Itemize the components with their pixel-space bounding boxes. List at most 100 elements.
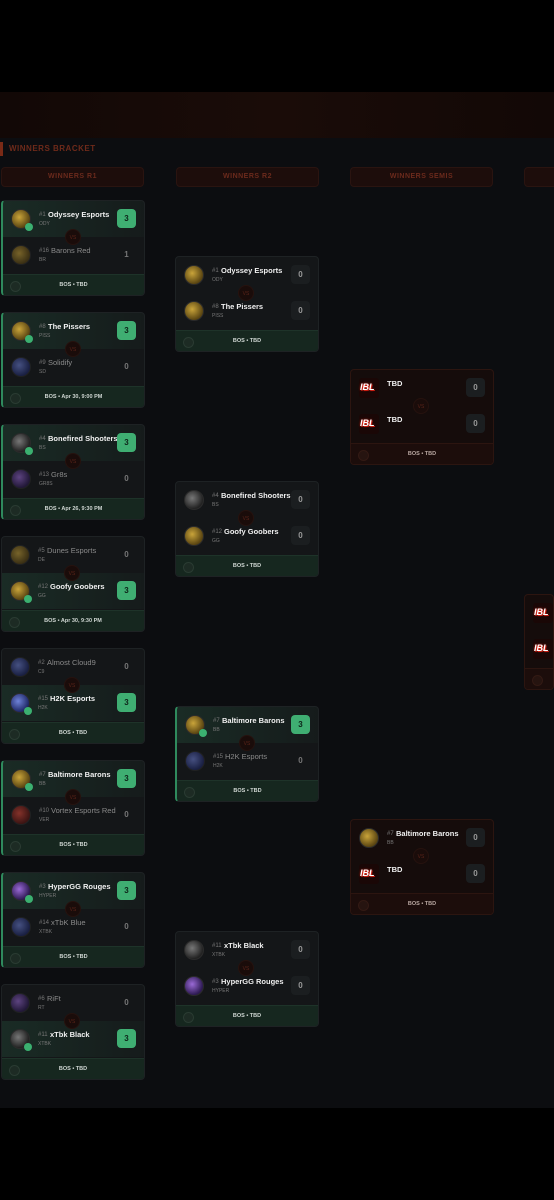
ibl-logo-icon [359,864,379,884]
team-seed: #1 [39,212,46,218]
team-name: Gr8s [51,470,68,479]
team-name: xTbK Blue [51,918,86,927]
match-card-semis-1[interactable]: TBD 0 VS TBD 0 BOS • TBD [350,369,494,465]
team-row[interactable] [525,595,553,631]
match-card-semis-2[interactable]: #7 Baltimore Barons BB 0 VS TBD 0 BOS • … [350,819,494,915]
team-tag: BB [39,781,46,787]
vs-badge: VS [65,229,81,245]
match-footer [525,668,553,689]
team-tag: GG [38,593,46,599]
vs-badge: VS [238,960,254,976]
winner-check-icon [24,707,32,715]
match-schedule: BOS • TBD [407,451,437,457]
team-name: Odyssey Esports [48,210,110,219]
match-footer: BOS • TBD [351,893,493,914]
winner-check-icon [24,1043,32,1051]
match-footer: BOS • TBD [176,1005,318,1026]
winner-check-icon [24,595,32,603]
team-tag: HYPER [39,893,57,899]
match-footer: BOS • TBD [2,1058,144,1079]
match-card-r1-8[interactable]: #6 RiFt RT 0 VS #11 xTbk Black XTBK 3 BO… [1,984,145,1080]
match-card-r1-4[interactable]: #5 Dunes Esports DE 0 VS #12 Goofy Goobe… [1,536,145,632]
vs-badge: VS [64,1013,80,1029]
team-seed: #13 [39,472,50,478]
team-score: 0 [291,301,310,320]
winner-check-icon [25,447,33,455]
vs-badge: VS [64,565,80,581]
team-logo [184,490,204,510]
team-logo [11,805,31,825]
team-seed: #6 [38,996,45,1002]
match-schedule: BOS • TBD [232,1013,262,1019]
status-bar-area [0,0,554,92]
team-tag: ODY [212,277,223,283]
team-score: 0 [291,940,310,959]
team-row[interactable] [525,631,553,667]
team-logo [184,265,204,285]
team-score: 0 [124,550,129,559]
team-seed: #3 [212,979,219,985]
team-name: HyperGG Rouges [221,977,284,986]
winner-check-icon [25,335,33,343]
team-tag: ODY [39,221,50,227]
match-card-r1-6[interactable]: #7 Baltimore Barons BB 3 VS #10 Vortex E… [1,760,145,856]
team-tag: XTBK [212,952,226,958]
vs-badge: VS [65,341,81,357]
twitch-icon[interactable] [532,675,543,686]
match-card-r2-3[interactable]: #7 Baltimore Barons BB 3 VS #15 H2K Espo… [175,706,319,802]
team-score: 3 [117,693,136,712]
ibl-logo-icon [533,603,553,623]
team-tag: HYPER [212,988,230,994]
team-seed: #7 [387,831,394,837]
round-header-next[interactable] [524,167,554,187]
team-tag: BS [212,502,219,508]
round-header-r1[interactable]: WINNERS R1 [1,167,144,187]
team-score: 3 [117,1029,136,1048]
match-footer: BOS • TBD [177,780,318,801]
team-tag: DE [38,557,45,563]
match-card-r1-5[interactable]: #2 Almost Cloud9 C9 0 VS #15 H2K Esports… [1,648,145,744]
match-card-r1-3[interactable]: #4 Bonefired Shooters BS 3 VS #13 Gr8s G… [1,424,145,520]
round-header-semis[interactable]: WINNERS SEMIS [350,167,493,187]
team-score: 0 [466,828,485,847]
ibl-logo-icon [533,639,553,659]
team-score: 0 [291,526,310,545]
team-name: Dunes Esports [47,546,97,555]
team-name: RiFt [47,994,61,1003]
team-score: 1 [124,250,129,259]
team-seed: #15 [38,696,49,702]
team-name: The Pissers [48,322,91,331]
team-tag: SD [39,369,46,375]
team-tag: XTBK [38,1041,52,1047]
match-schedule: BOS • Apr 30, 9:30 PM [44,618,102,624]
match-footer: BOS • Apr 26, 9:30 PM [3,498,144,519]
team-seed: #8 [39,324,46,330]
round-header-r2[interactable]: WINNERS R2 [176,167,319,187]
match-card-r1-1[interactable]: #1 Odyssey Esports ODY 3 VS #16 Barons R… [1,200,145,296]
match-card-finals-partial[interactable] [524,594,554,690]
team-name: xTbk Black [50,1030,90,1039]
team-tag: XTBK [39,929,53,935]
team-name: xTbk Black [224,941,264,950]
team-name: Almost Cloud9 [47,658,96,667]
team-score: 0 [124,662,129,671]
match-footer: BOS • TBD [176,330,318,351]
team-score: 3 [117,769,136,788]
team-name: H2K Esports [225,752,268,761]
team-score: 0 [291,976,310,995]
team-tag: RT [38,1005,45,1011]
team-logo [184,301,204,321]
match-card-r1-7[interactable]: #3 HyperGG Rouges HYPER 3 VS #14 xTbK Bl… [1,872,145,968]
team-seed: #15 [213,754,224,760]
match-card-r2-2[interactable]: #4 Bonefired Shooters BS 0 VS #12 Goofy … [175,481,319,577]
team-logo [11,917,31,937]
team-name: Goofy Goobers [224,527,279,536]
team-name: The Pissers [221,302,264,311]
team-logo [10,657,30,677]
match-card-r2-1[interactable]: #1 Odyssey Esports ODY 0 VS #8 The Pisse… [175,256,319,352]
match-card-r2-4[interactable]: #11 xTbk Black XTBK 0 VS #3 HyperGG Roug… [175,931,319,1027]
team-logo [184,976,204,996]
team-score: 3 [117,321,136,340]
vs-badge: VS [64,677,80,693]
match-card-r1-2[interactable]: #8 The Pissers PISS 3 VS #9 Solidify SD … [1,312,145,408]
